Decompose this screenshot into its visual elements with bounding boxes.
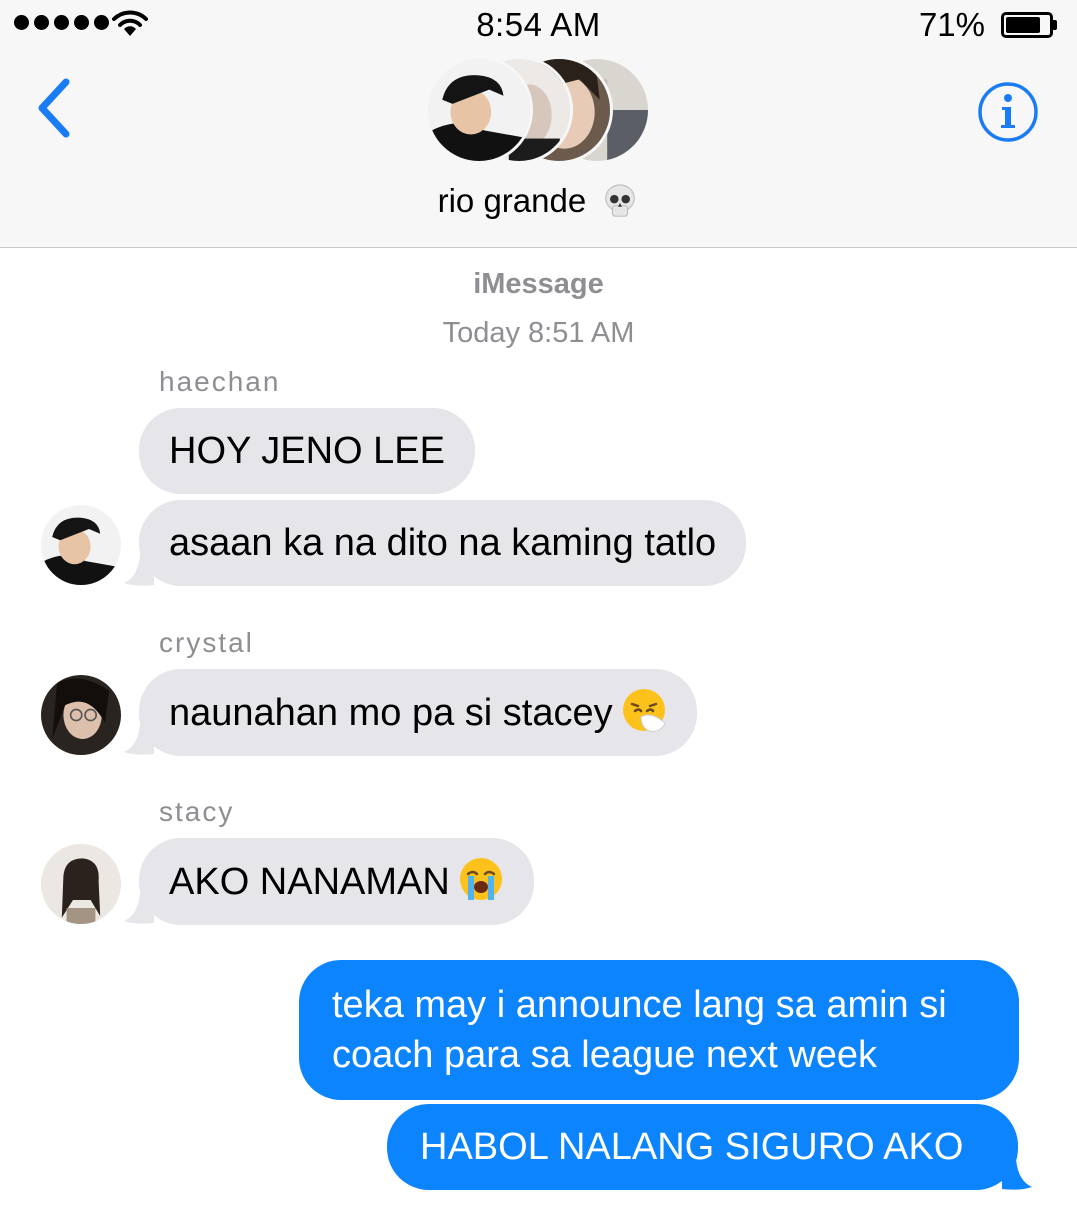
avatar[interactable] — [41, 505, 121, 585]
message-bubble-outgoing[interactable]: teka may i announce lang sa amin si coac… — [299, 960, 1019, 1100]
message-bubble-incoming[interactable]: asaan ka na dito na kaming tatlo — [139, 500, 747, 586]
sneezing-face-emoji — [622, 689, 666, 732]
message-text-line: coach para sa league next week — [332, 1034, 878, 1076]
skull-emoji — [605, 184, 636, 217]
message-text: HOY JENO LEE — [169, 430, 445, 472]
status-bar: 8:54 AM 71% — [0, 0, 1077, 52]
bubble-tail — [1002, 1159, 1032, 1190]
message-text: HABOL NALANG SIGURO AKO — [420, 1126, 964, 1168]
avatar[interactable] — [41, 844, 121, 924]
battery-icon — [1001, 12, 1057, 38]
group-avatar-1 — [425, 56, 533, 164]
sender-name: stacy — [159, 796, 235, 827]
group-name-text: rio grande — [437, 182, 587, 219]
message-text: naunahan mo pa si stacey — [169, 692, 613, 734]
message-bubble-incoming[interactable]: AKO NANAMAN — [139, 838, 534, 925]
chevron-left-icon[interactable] — [30, 76, 80, 140]
sender-name: crystal — [159, 627, 254, 658]
message-bubble-outgoing[interactable]: HABOL NALANG SIGURO AKO — [387, 1104, 1018, 1190]
avatar[interactable] — [41, 675, 121, 755]
message-bubble-incoming[interactable]: naunahan mo pa si stacey — [139, 669, 697, 756]
battery-percent: 71% — [918, 6, 985, 43]
info-icon[interactable] — [977, 81, 1039, 143]
group-title[interactable]: rio grande — [0, 182, 1077, 220]
sender-name: haechan — [159, 366, 281, 397]
group-avatar-stack[interactable] — [425, 56, 655, 164]
message-text-line: teka may i announce lang sa amin si — [332, 984, 947, 1026]
status-time: 8:54 AM — [476, 6, 601, 43]
bubble-tail — [124, 724, 154, 755]
message-bubble-incoming[interactable]: HOY JENO LEE — [139, 408, 475, 494]
thread-timestamp: Today 8:51 AM — [442, 317, 635, 349]
message-text: asaan ka na dito na kaming tatlo — [169, 522, 717, 564]
crying-face-emoji — [459, 858, 502, 900]
bubble-tail — [124, 893, 154, 924]
service-label: iMessage — [473, 268, 604, 300]
message-text: AKO NANAMAN — [169, 861, 450, 903]
conversation-header: rio grande — [0, 52, 1077, 248]
bubble-tail — [124, 555, 154, 586]
